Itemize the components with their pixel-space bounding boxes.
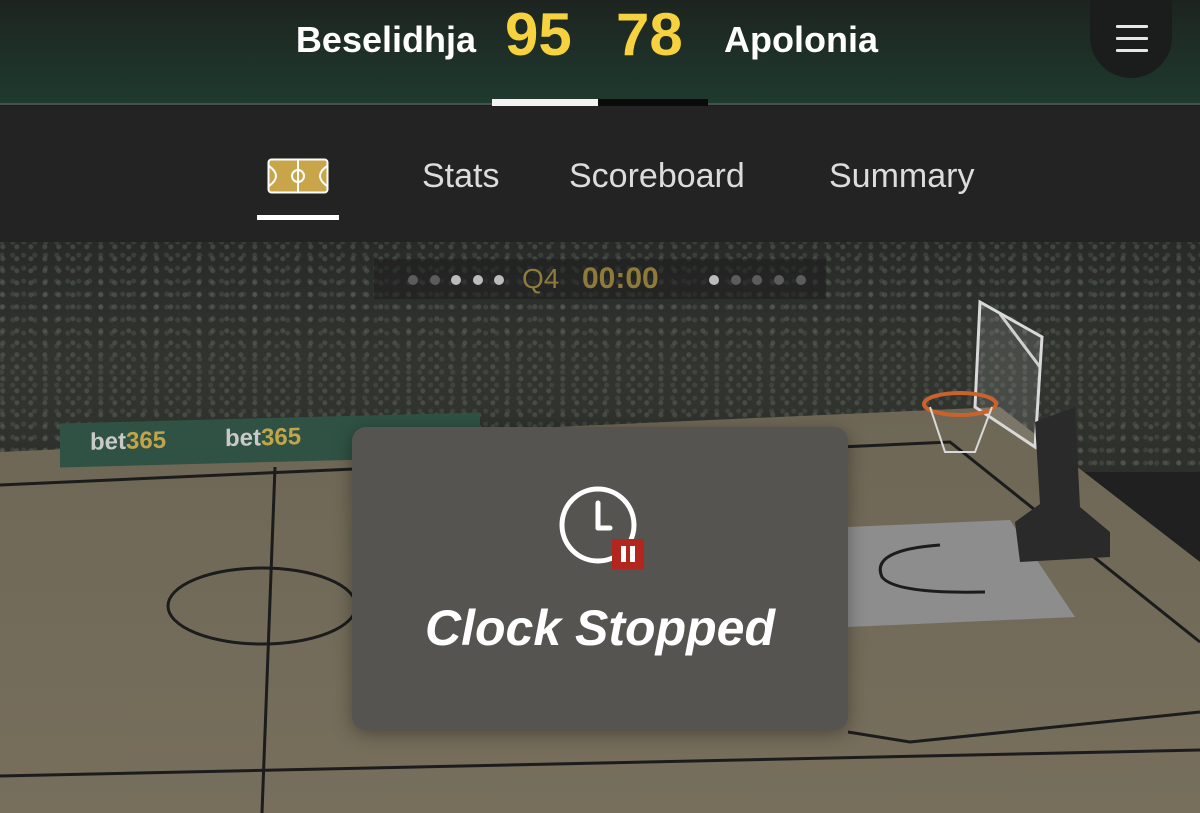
home-timeout-dot bbox=[430, 275, 440, 285]
tab-scoreboard[interactable]: Scoreboard bbox=[569, 154, 745, 198]
away-timeout-dot bbox=[731, 275, 741, 285]
clock-stopped-overlay: Clock Stopped bbox=[352, 427, 848, 730]
sponsor-logo-text-b: 365 bbox=[126, 426, 167, 455]
away-score: 78 bbox=[616, 1, 683, 68]
home-timeout-dot bbox=[408, 275, 418, 285]
away-timeout-dot bbox=[752, 275, 762, 285]
tab-court[interactable] bbox=[257, 152, 339, 220]
sponsor-logo-text-a: bet bbox=[225, 424, 261, 453]
home-possession-bar bbox=[492, 99, 598, 106]
sponsor-logo-text-b: 365 bbox=[261, 423, 302, 452]
away-possession-bar bbox=[598, 99, 708, 106]
sponsor-logo-text-a: bet bbox=[90, 427, 126, 456]
away-timeout-dot bbox=[709, 275, 719, 285]
away-timeout-dot bbox=[774, 275, 784, 285]
away-timeout-dot bbox=[796, 275, 806, 285]
home-team-name: Beselidhja bbox=[295, 19, 476, 60]
clock-paused-icon bbox=[559, 486, 644, 569]
home-timeout-dot bbox=[494, 275, 504, 285]
scoreboard-header: Beselidhja 95 78 Apolonia bbox=[0, 0, 1200, 106]
away-team-name: Apolonia bbox=[724, 19, 878, 60]
overlay-label: Clock Stopped bbox=[424, 600, 776, 656]
home-score: 95 bbox=[505, 1, 572, 68]
home-timeout-dot bbox=[451, 275, 461, 285]
home-timeout-dot bbox=[473, 275, 483, 285]
hamburger-menu-icon[interactable] bbox=[1090, 0, 1172, 78]
active-tab-indicator bbox=[257, 215, 339, 220]
court-icon bbox=[267, 158, 329, 194]
tab-bar: Stats Scoreboard Summary bbox=[0, 106, 1200, 242]
tab-summary[interactable]: Summary bbox=[829, 154, 974, 198]
game-clock: 00:00 bbox=[582, 262, 659, 295]
court-visualization: bet365 bet365 Q4 00:00 Clock Stopped bbox=[0, 242, 1200, 813]
quarter-label: Q4 bbox=[522, 263, 560, 294]
game-status-bar: Q4 00:00 bbox=[374, 259, 826, 299]
tab-stats[interactable]: Stats bbox=[422, 154, 499, 198]
